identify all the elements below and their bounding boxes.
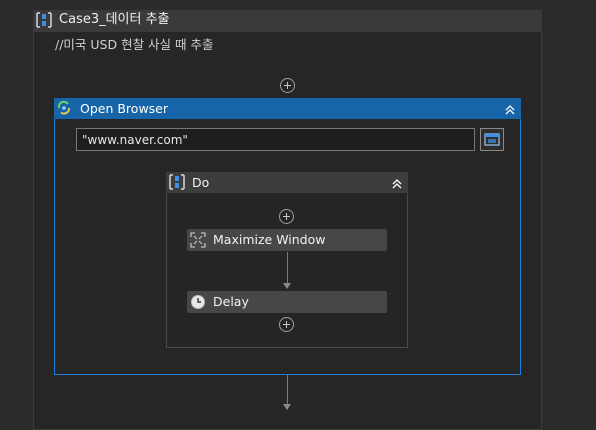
url-input[interactable] <box>76 128 475 151</box>
sequence-icon <box>168 173 186 191</box>
comment-text: //미국 USD 현찰 사실 때 추출 <box>55 37 214 52</box>
add-activity-icon[interactable] <box>280 78 295 93</box>
maximize-icon <box>190 232 206 248</box>
collapse-icon[interactable] <box>503 102 517 116</box>
select-browser-button[interactable] <box>480 128 504 151</box>
arrow-down-icon <box>283 283 291 289</box>
activity-label: Delay <box>213 294 249 309</box>
do-title: Do <box>192 175 210 190</box>
open-browser-title: Open Browser <box>80 101 169 116</box>
connector-line <box>287 375 288 405</box>
browser-window-icon <box>484 133 500 146</box>
clock-icon <box>190 294 206 310</box>
browser-icon <box>56 100 72 116</box>
add-activity-icon[interactable] <box>279 317 294 332</box>
add-activity-icon[interactable] <box>279 209 294 224</box>
sequence-title: Case3_데이터 추출 <box>59 12 170 27</box>
connector-line <box>287 252 288 284</box>
collapse-icon[interactable] <box>390 176 404 190</box>
sequence-icon <box>35 11 53 29</box>
activity-label: Maximize Window <box>213 232 326 247</box>
arrow-down-icon <box>283 404 291 410</box>
